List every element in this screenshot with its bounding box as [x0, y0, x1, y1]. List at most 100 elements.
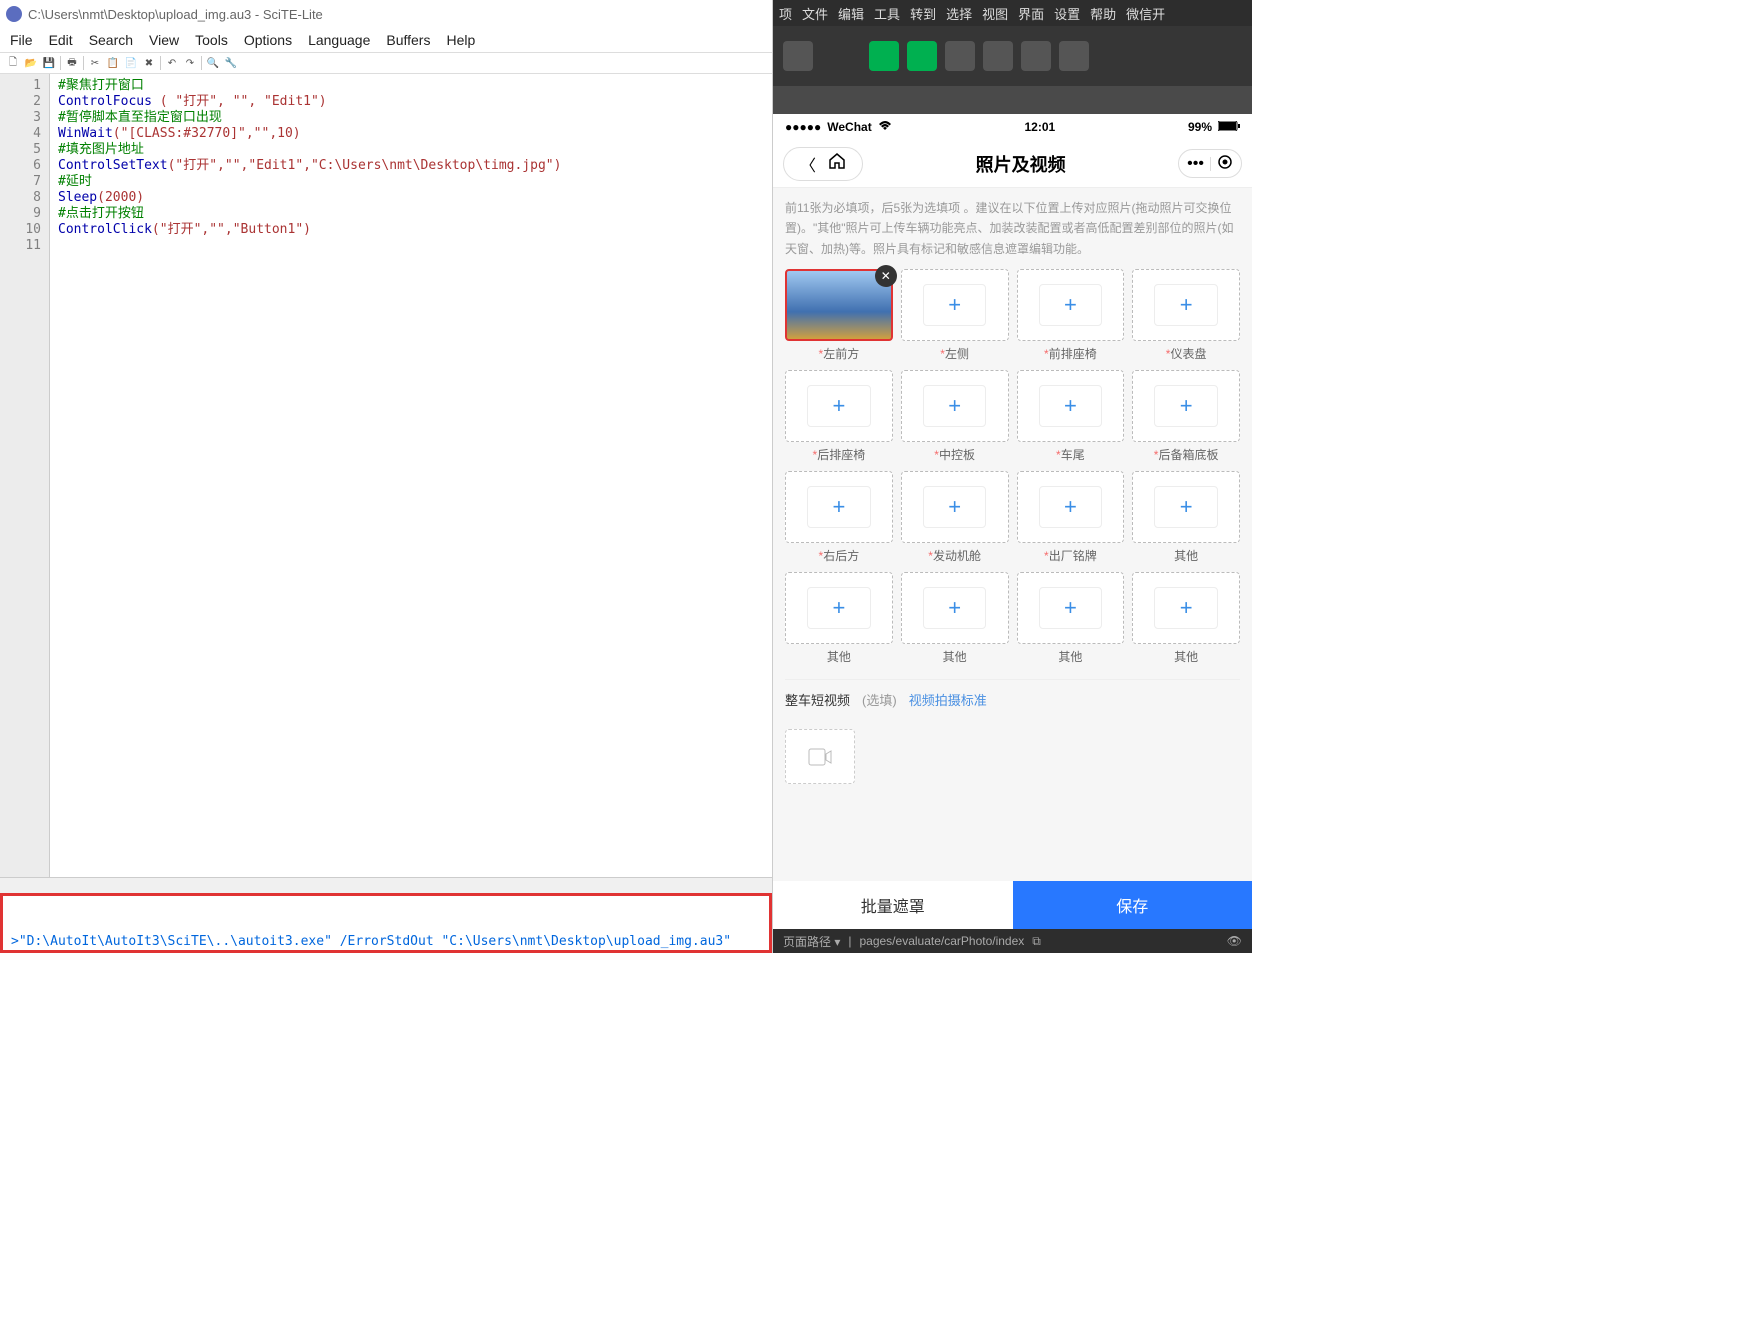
placeholder-outline-icon: [807, 486, 870, 528]
menu-options[interactable]: Options: [240, 30, 296, 50]
separator: [201, 56, 202, 70]
simulator-button[interactable]: [869, 41, 899, 71]
app-icon: [6, 6, 22, 22]
photo-upload-box[interactable]: ✕: [785, 269, 893, 341]
toolbar-button[interactable]: [1021, 41, 1051, 71]
line-number: 3: [4, 110, 41, 126]
menu-dots-icon[interactable]: •••: [1187, 155, 1204, 173]
menu-view[interactable]: View: [145, 30, 183, 50]
dev-menu-ui[interactable]: 界面: [1018, 4, 1044, 23]
photo-label: *发动机舱: [928, 547, 981, 564]
footer-label[interactable]: 页面路径 ▾: [783, 933, 840, 950]
photo-label: *中控板: [934, 446, 975, 463]
menu-file[interactable]: File: [6, 30, 37, 50]
dev-menu-wechat[interactable]: 微信开: [1126, 4, 1165, 23]
output-line: >"D:\AutoIt\AutoIt3\SciTE\..\autoit3.exe…: [11, 934, 761, 950]
toolbar-button[interactable]: [1059, 41, 1089, 71]
photo-label: *前排座椅: [1044, 345, 1097, 362]
photo-upload-box[interactable]: +: [901, 572, 1009, 644]
video-link[interactable]: 视频拍摄标准: [909, 690, 987, 709]
photo-label: *出厂铭牌: [1044, 547, 1097, 564]
code-line: ControlClick("打开","","Button1"): [58, 222, 764, 238]
scrollbar-horizontal[interactable]: [0, 877, 772, 893]
undo-icon[interactable]: ↶: [164, 55, 180, 71]
photo-cell: +其他: [901, 572, 1009, 665]
photo-upload-box[interactable]: +: [1017, 269, 1125, 341]
dev-menu-edit[interactable]: 编辑: [838, 4, 864, 23]
output-panel: >"D:\AutoIt\AutoIt3\SciTE\..\autoit3.exe…: [0, 893, 772, 953]
footer-path: pages/evaluate/carPhoto/index: [859, 934, 1024, 948]
photo-upload-box[interactable]: +: [901, 471, 1009, 543]
photo-upload-box[interactable]: +: [901, 370, 1009, 442]
new-icon[interactable]: 🗋: [5, 55, 21, 71]
photo-upload-box[interactable]: +: [901, 269, 1009, 341]
separator: [160, 56, 161, 70]
redo-icon[interactable]: ↷: [182, 55, 198, 71]
dev-menu-goto[interactable]: 转到: [910, 4, 936, 23]
paste-icon[interactable]: 📄: [123, 55, 139, 71]
editor-area[interactable]: 1 2 3 4 5 6 7 8 9 10 11 #聚焦打开窗口ControlFo…: [0, 74, 772, 877]
photo-upload-box[interactable]: +: [785, 572, 893, 644]
nav-right-capsule: •••: [1178, 149, 1242, 178]
open-icon[interactable]: 📂: [23, 55, 39, 71]
dev-menu-select[interactable]: 选择: [946, 4, 972, 23]
debugger-button[interactable]: [945, 41, 975, 71]
video-section: 整车短视频 (选填) 视频拍摄标准: [785, 679, 1240, 719]
home-icon[interactable]: [822, 152, 852, 175]
copy-icon[interactable]: 📋: [105, 55, 121, 71]
photo-upload-box[interactable]: +: [1132, 370, 1240, 442]
find-icon[interactable]: 🔍: [205, 55, 221, 71]
nav-bar: 〈 照片及视频 •••: [773, 140, 1252, 188]
photo-label: 其他: [1174, 547, 1198, 564]
dev-menu-tools[interactable]: 工具: [874, 4, 900, 23]
photo-label: *仪表盘: [1166, 345, 1207, 362]
dev-menu-help[interactable]: 帮助: [1090, 4, 1116, 23]
back-icon[interactable]: 〈: [794, 152, 822, 176]
replace-icon[interactable]: 🔧: [223, 55, 239, 71]
preview-icon[interactable]: 👁: [1227, 934, 1242, 948]
dev-menu-project[interactable]: 项: [779, 4, 792, 23]
save-icon[interactable]: 💾: [41, 55, 57, 71]
phone-frame: ●●●●● WeChat 12:01 99% 〈: [773, 114, 1252, 929]
toolbar-button[interactable]: [983, 41, 1013, 71]
editor-button[interactable]: [907, 41, 937, 71]
scite-window: C:\Users\nmt\Desktop\upload_img.au3 - Sc…: [0, 0, 773, 953]
target-icon[interactable]: [1217, 154, 1233, 173]
menu-tools[interactable]: Tools: [191, 30, 232, 50]
line-number: 2: [4, 94, 41, 110]
remove-photo-icon[interactable]: ✕: [875, 265, 897, 287]
photo-upload-box[interactable]: +: [785, 370, 893, 442]
code-line: ControlFocus ( "打开", "", "Edit1"): [58, 94, 764, 110]
photo-upload-box[interactable]: +: [785, 471, 893, 543]
dev-menu-file[interactable]: 文件: [802, 4, 828, 23]
save-button[interactable]: 保存: [1013, 881, 1253, 929]
photo-upload-box[interactable]: +: [1132, 269, 1240, 341]
cut-icon[interactable]: ✂: [87, 55, 103, 71]
photo-upload-box[interactable]: +: [1017, 370, 1125, 442]
copy-icon[interactable]: ⧉: [1032, 934, 1041, 949]
batch-mask-button[interactable]: 批量遮罩: [773, 881, 1013, 929]
devtools-toolbar: [773, 26, 1252, 86]
menu-language[interactable]: Language: [304, 30, 374, 50]
photo-label: *左前方: [819, 345, 860, 362]
menu-buffers[interactable]: Buffers: [382, 30, 434, 50]
delete-icon[interactable]: ✖: [141, 55, 157, 71]
photo-upload-box[interactable]: +: [1017, 572, 1125, 644]
code-area[interactable]: #聚焦打开窗口ControlFocus ( "打开", "", "Edit1")…: [50, 74, 772, 877]
nav-left-capsule: 〈: [783, 147, 863, 181]
dev-menu-view[interactable]: 视图: [982, 4, 1008, 23]
phone-body[interactable]: 前11张为必填项，后5张为选填项 。建议在以下位置上传对应照片(拖动照片可交换位…: [773, 188, 1252, 881]
dev-menu-settings[interactable]: 设置: [1054, 4, 1080, 23]
menu-help[interactable]: Help: [442, 30, 479, 50]
photo-upload-box[interactable]: +: [1132, 572, 1240, 644]
menu-search[interactable]: Search: [85, 30, 137, 50]
menu-edit[interactable]: Edit: [45, 30, 77, 50]
avatar-icon[interactable]: [783, 41, 813, 71]
photo-upload-box[interactable]: +: [1132, 471, 1240, 543]
print-icon[interactable]: 🖶: [64, 55, 80, 71]
video-upload-box[interactable]: [785, 729, 855, 784]
photo-upload-box[interactable]: +: [1017, 471, 1125, 543]
photo-cell: + 其他: [1132, 471, 1240, 564]
video-sub: (选填): [862, 690, 897, 709]
placeholder-outline-icon: [923, 486, 986, 528]
